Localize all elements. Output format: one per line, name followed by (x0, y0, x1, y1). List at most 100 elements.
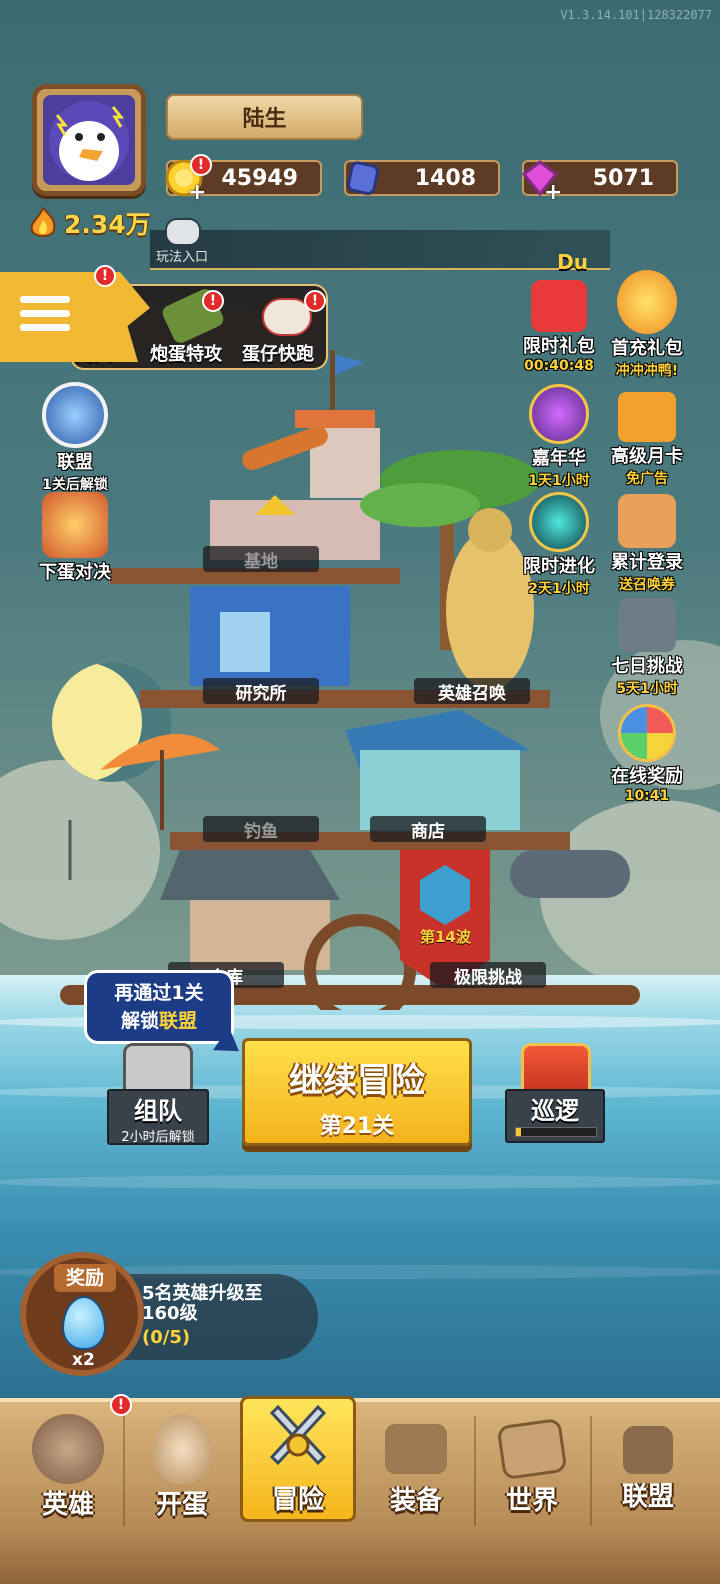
reward-label: 奖励 (54, 1264, 116, 1292)
building-challenge-label[interactable]: 极限挑战 (430, 962, 546, 988)
add-gold-icon[interactable]: + (188, 180, 206, 205)
evolve-skull-icon (529, 492, 589, 552)
pink-gem-counter[interactable]: + 5071 (521, 160, 678, 205)
building-fishing-label[interactable]: 钓鱼 (203, 816, 319, 842)
adventure-stage: 第21关 (319, 1114, 395, 1139)
tip-line2-highlight: 联盟 (159, 1010, 198, 1032)
building-summon-label[interactable]: 英雄召唤 (414, 678, 530, 704)
egg-duel-feature[interactable]: 下蛋对决 (30, 492, 120, 584)
power-value: 2.34万 (64, 210, 151, 239)
limited-gift-title: 限时礼包 (523, 336, 595, 357)
first-recharge-sub: 冲冲冲鸭! (615, 363, 679, 379)
team-title: 组队 (134, 1097, 182, 1125)
team-button[interactable]: 组队 2小时后解锁 (107, 1043, 209, 1145)
first-recharge-feature[interactable]: 首充礼包 冲冲冲鸭! (604, 270, 690, 380)
versus-icon (42, 492, 108, 558)
mode-entry-bar[interactable]: 玩法入口 Du (150, 218, 610, 274)
team-sub: 2小时后解锁 (121, 1130, 195, 1145)
reward-task-text: 5名英雄升级至 160级 (142, 1284, 263, 1324)
nav-equipment-label: 装备 (389, 1486, 442, 1516)
gold-value: 45949 (221, 165, 298, 191)
unlock-tip-bubble: 再通过1关 解锁联盟 (84, 970, 234, 1044)
blue-gem-value: 1408 (414, 165, 476, 191)
patrol-title: 巡逻 (531, 1097, 579, 1125)
nav-world[interactable]: 世界 (476, 1408, 588, 1528)
monthly-card-feature[interactable]: 高级月卡 免广告 (604, 392, 690, 488)
nav-open-egg-label: 开蛋 (155, 1490, 208, 1520)
flame-icon (30, 206, 56, 237)
alliance-feature[interactable]: 联盟 1关后解锁 (30, 382, 120, 494)
seven-day-challenge-feature[interactable]: 七日挑战 5天1小时 (604, 598, 690, 698)
gamepad-icon (165, 218, 201, 246)
carnival-ball-icon (529, 384, 589, 444)
building-lab-label[interactable]: 研究所 (203, 678, 319, 704)
player-avatar[interactable] (32, 84, 146, 196)
limited-evolve-timer: 2天1小时 (528, 581, 590, 597)
carnival-timer: 1天1小时 (528, 473, 590, 489)
continue-adventure-button[interactable]: 继续冒险 第21关 (242, 1038, 472, 1146)
building-shop-label[interactable]: 商店 (370, 816, 486, 842)
online-reward-feature[interactable]: 在线奖励 10:41 (604, 704, 690, 804)
menu-button[interactable] (0, 272, 150, 362)
power-display: 2.34万 (28, 205, 151, 241)
ship-wheel: 奖励 x2 (20, 1252, 144, 1376)
blue-gem-counter[interactable]: 1408 (344, 160, 500, 196)
seven-day-timer: 5天1小时 (616, 681, 678, 697)
crossed-swords-icon (269, 1404, 327, 1466)
nav-equipment[interactable]: 装备 (360, 1408, 472, 1528)
login-reward-feature[interactable]: 累计登录 送召唤券 (604, 494, 690, 594)
login-reward-title: 累计登录 (611, 552, 683, 573)
reward-task-line1: 5名英雄升级至 (142, 1283, 263, 1304)
hero-task-reward[interactable]: 奖励 x2 5名英雄升级至 160级 (0/5) (12, 1252, 318, 1382)
alert-badge: ! (202, 290, 224, 312)
egg-icon (152, 1414, 212, 1484)
gold-counter[interactable]: + ! 45949 (165, 154, 322, 205)
online-reward-title: 在线奖励 (611, 766, 683, 787)
alliance-feature-title: 联盟 (57, 452, 93, 473)
limited-evolve-title: 限时进化 (523, 556, 595, 577)
alert-badge: ! (190, 154, 212, 176)
limited-evolve-feature[interactable]: 限时进化 2天1小时 (516, 492, 602, 598)
first-recharge-title: 首充礼包 (611, 338, 683, 359)
mode-entry-label: 玩法入口 (156, 250, 209, 265)
limited-gift-timer: 00:40:48 (524, 358, 594, 374)
mode-item-cannon-egg[interactable]: 炮蛋特攻 (150, 340, 222, 366)
building-base-label[interactable]: 基地 (203, 546, 319, 572)
player-name[interactable]: 陆生 (166, 94, 363, 140)
alliance-feature-sub: 1关后解锁 (42, 477, 108, 493)
carnival-title: 嘉年华 (532, 448, 586, 469)
patrol-progress-bar (515, 1127, 597, 1137)
limited-gift-feature[interactable]: 限时礼包 00:40:48 (516, 280, 602, 374)
anvil-icon (385, 1424, 447, 1474)
monthly-card-title: 高级月卡 (611, 446, 683, 467)
monthly-card-icon (618, 392, 676, 442)
blue-gem-icon (346, 161, 379, 195)
scroll-icon (618, 494, 676, 548)
nav-adventure-label: 冒险 (271, 1485, 324, 1515)
login-reward-sub: 送召唤券 (619, 577, 675, 593)
user-tag: Du (557, 250, 588, 274)
blue-egg-icon (62, 1296, 106, 1350)
nav-heroes[interactable]: 英雄 (12, 1408, 124, 1528)
lock-icon (623, 1426, 673, 1474)
online-reward-timer: 10:41 (624, 788, 670, 804)
tip-line2-prefix: 解锁 (120, 1010, 159, 1032)
gift-box-icon (531, 280, 587, 332)
alert-badge: ! (304, 290, 326, 312)
mode-item-egg-run[interactable]: 蛋仔快跑 (242, 340, 314, 366)
bottom-nav: 英雄 ! 开蛋 冒险 装备 世界 联盟 (0, 1394, 720, 1584)
alert-badge: ! (94, 265, 116, 287)
nav-heroes-label: 英雄 (41, 1490, 94, 1520)
nav-adventure[interactable]: 冒险 (240, 1396, 356, 1522)
reward-multiplier: x2 (72, 1350, 95, 1370)
patrol-button[interactable]: 巡逻 (505, 1043, 605, 1143)
carnival-feature[interactable]: 嘉年华 1天1小时 (516, 384, 602, 490)
nav-alliance-label: 联盟 (621, 1482, 674, 1512)
adventure-title: 继续冒险 (289, 1061, 425, 1101)
add-pink-gem-icon[interactable]: + (544, 180, 562, 205)
hamburger-icon (20, 296, 70, 338)
flame-duck-icon (617, 270, 677, 334)
nav-alliance[interactable]: 联盟 (592, 1408, 704, 1528)
nav-open-egg[interactable]: 开蛋 (126, 1408, 238, 1528)
alliance-shield-icon (42, 382, 108, 448)
